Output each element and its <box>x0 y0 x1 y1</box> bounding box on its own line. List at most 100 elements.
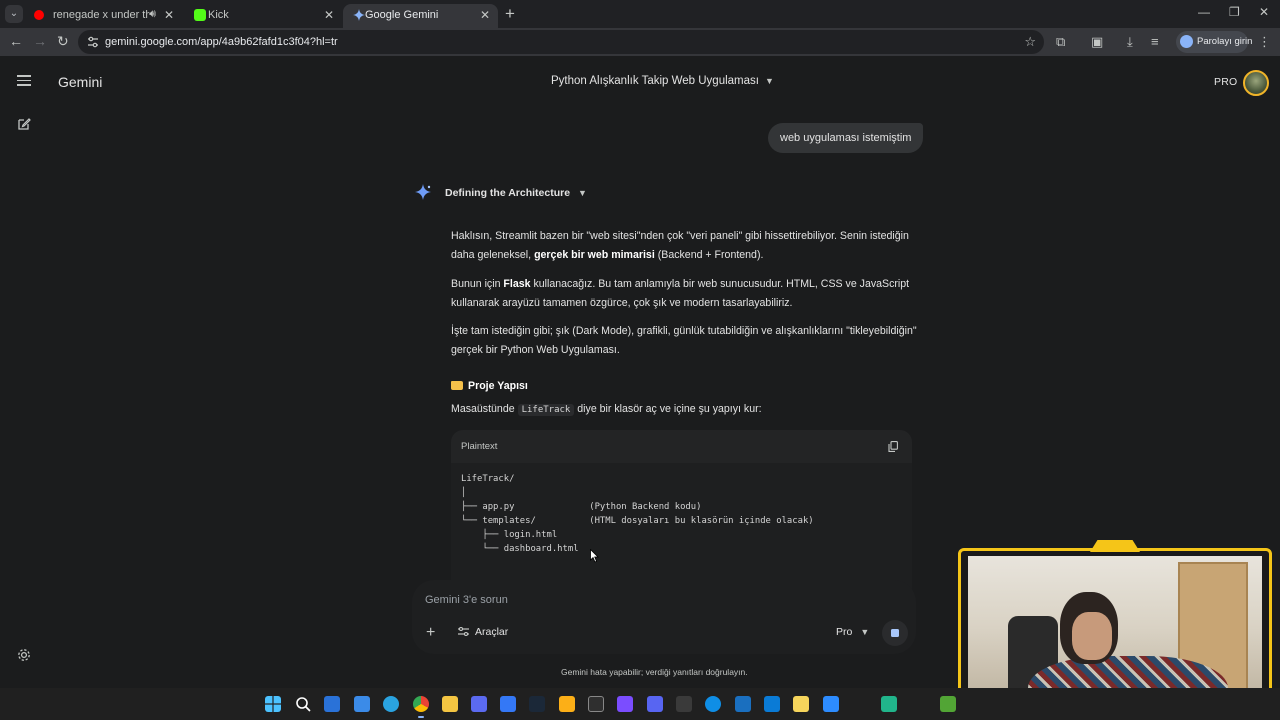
thinking-toggle[interactable]: Defining the Architecture ▼ <box>445 187 587 199</box>
tools-icon <box>458 627 469 636</box>
new-tab-button[interactable]: + <box>505 4 515 24</box>
text-span: Bunun için <box>451 278 504 290</box>
profile-button[interactable]: Parolayı girin <box>1176 31 1252 53</box>
gemini-spark-icon <box>353 9 365 21</box>
conversation-title: Python Alışkanlık Takip Web Uygulaması <box>551 75 759 87</box>
plan-badge: PRO <box>1214 76 1238 88</box>
code-line: ├── app.py (Python Backend kodu) <box>461 502 702 512</box>
back-icon[interactable]: ← <box>9 33 23 49</box>
epic-games-icon[interactable] <box>588 696 604 712</box>
conversation-title-dropdown[interactable]: Python Alışkanlık Takip Web Uygulaması ▼ <box>551 75 774 87</box>
tab-youtube[interactable]: renegade x under the influ 🔊︎ ✕ <box>24 4 182 28</box>
reload-icon[interactable]: ↻ <box>57 33 69 50</box>
copy-icon[interactable] <box>888 441 898 452</box>
thinking-label: Defining the Architecture <box>445 187 571 199</box>
sandbox-icon[interactable] <box>881 696 897 712</box>
browser-menu-icon[interactable]: ⋮ <box>1258 34 1271 50</box>
zoom-icon[interactable] <box>823 696 839 712</box>
section-heading-text: Proje Yapısı <box>468 380 528 392</box>
avatar[interactable] <box>1243 70 1269 96</box>
tab-kick[interactable]: Kick ✕ <box>184 4 342 28</box>
window-close-icon[interactable]: ✕ <box>1259 5 1269 19</box>
extensions-icon[interactable]: ⧉ <box>1056 34 1065 50</box>
chevron-down-icon: ▼ <box>764 76 774 86</box>
code-line: LifeTrack/ <box>461 474 515 484</box>
tab-label: Kick <box>208 9 229 21</box>
chrome-icon[interactable] <box>413 696 429 712</box>
download-icon[interactable]: ⤓ <box>1127 34 1133 50</box>
sticky-notes-icon[interactable] <box>793 696 809 712</box>
user-message: web uygulaması istemiştim <box>768 123 924 153</box>
tab-label: renegade x under the influ <box>53 9 149 21</box>
code-line: └── templates/ (HTML dosyaları bu klasör… <box>461 516 814 526</box>
add-attachment-icon[interactable]: + <box>426 624 435 642</box>
gemini-brand[interactable]: Gemini <box>58 74 102 90</box>
sidepanel-icon[interactable]: ▣ <box>1091 34 1103 50</box>
speaker-icon[interactable]: 🔊︎ <box>149 8 156 21</box>
browser-toolbar: ← → ↻ gemini.google.com/app/4a9b62fafd1c… <box>0 28 1280 56</box>
media-control-icon[interactable]: ≡ <box>1151 34 1159 49</box>
profile-avatar <box>1180 35 1193 48</box>
tab-label: Google Gemini <box>365 9 439 21</box>
vpn-2-icon[interactable] <box>617 696 633 712</box>
response-paragraph: İşte tam istediğin gibi; şık (Dark Mode)… <box>451 325 917 356</box>
bold-text: gerçek bir web mimarisi <box>534 249 655 261</box>
folder-icon <box>451 381 463 390</box>
response-paragraph: Masaüstünde LifeTrack diye bir klasör aç… <box>451 400 921 420</box>
prompt-composer: + Araçlar Pro ▼ <box>412 580 916 654</box>
model-selector[interactable]: Pro ▼ <box>836 626 869 638</box>
telegram-icon[interactable] <box>383 696 399 712</box>
file-explorer-icon[interactable] <box>442 696 458 712</box>
inline-code: LifeTrack <box>517 404 575 416</box>
text-span: Masaüstünde <box>451 403 518 415</box>
discord-icon[interactable] <box>647 696 663 712</box>
kick-icon <box>194 9 206 21</box>
code-content: LifeTrack/ │ ├── app.py (Python Backend ko… <box>461 472 814 556</box>
new-chat-icon[interactable] <box>17 117 31 131</box>
steam-icon[interactable] <box>529 696 545 712</box>
response-paragraph: Bunun için Flask kullanacağız. Bu tam an… <box>451 275 921 313</box>
address-bar[interactable]: gemini.google.com/app/4a9b62fafd1c3f04?h… <box>78 30 1044 54</box>
webcam-person-face <box>1072 612 1112 660</box>
restore-icon[interactable]: ❐ <box>1229 5 1240 19</box>
code-line: ├── login.html <box>461 530 558 540</box>
close-icon[interactable]: ✕ <box>480 8 490 22</box>
tab-search-button[interactable]: ⌄ <box>5 5 23 23</box>
chevron-down-icon: ▼ <box>860 627 870 637</box>
stop-generation-button[interactable] <box>882 620 908 646</box>
windows-start-icon[interactable] <box>265 696 281 712</box>
search-icon[interactable] <box>295 696 311 712</box>
webcam-frame-tab <box>1090 540 1140 552</box>
virtual-box-icon[interactable] <box>735 696 751 712</box>
bookmark-star-icon[interactable]: ☆ <box>1024 34 1036 50</box>
skype-icon[interactable] <box>705 696 721 712</box>
profile-label: Parolayı girin <box>1197 36 1253 47</box>
close-icon[interactable]: ✕ <box>164 8 174 22</box>
code-line: │ <box>461 488 467 498</box>
close-icon[interactable]: ✕ <box>324 8 334 22</box>
active-app-indicator <box>418 716 424 718</box>
chevron-down-icon: ▼ <box>578 188 587 198</box>
store-icon[interactable] <box>354 696 370 712</box>
site-settings-icon[interactable] <box>87 36 99 48</box>
rockstar-icon[interactable] <box>559 696 575 712</box>
prompt-input[interactable] <box>425 592 885 608</box>
section-heading: Proje Yapısı <box>451 380 528 392</box>
disclaimer-text: Gemini hata yapabilir; verdiği yanıtları… <box>561 667 748 677</box>
tab-gemini[interactable]: Google Gemini ✕ <box>343 4 498 28</box>
security-icon[interactable] <box>500 696 516 712</box>
terminal-icon[interactable] <box>676 696 692 712</box>
vscode-icon[interactable] <box>764 696 780 712</box>
tools-button[interactable]: Araçlar <box>458 626 508 638</box>
settings-gear-icon[interactable] <box>16 647 32 663</box>
minecraft-icon[interactable] <box>940 696 956 712</box>
windows-taskbar <box>0 688 1280 720</box>
menu-icon[interactable] <box>17 75 31 86</box>
outlook-icon[interactable] <box>324 696 340 712</box>
minimize-icon[interactable]: — <box>1198 5 1210 19</box>
vpn-icon[interactable] <box>471 696 487 712</box>
youtube-icon <box>34 10 44 20</box>
gemini-spark-icon <box>415 184 431 200</box>
forward-icon[interactable]: → <box>33 33 47 49</box>
sidebar <box>0 56 48 688</box>
